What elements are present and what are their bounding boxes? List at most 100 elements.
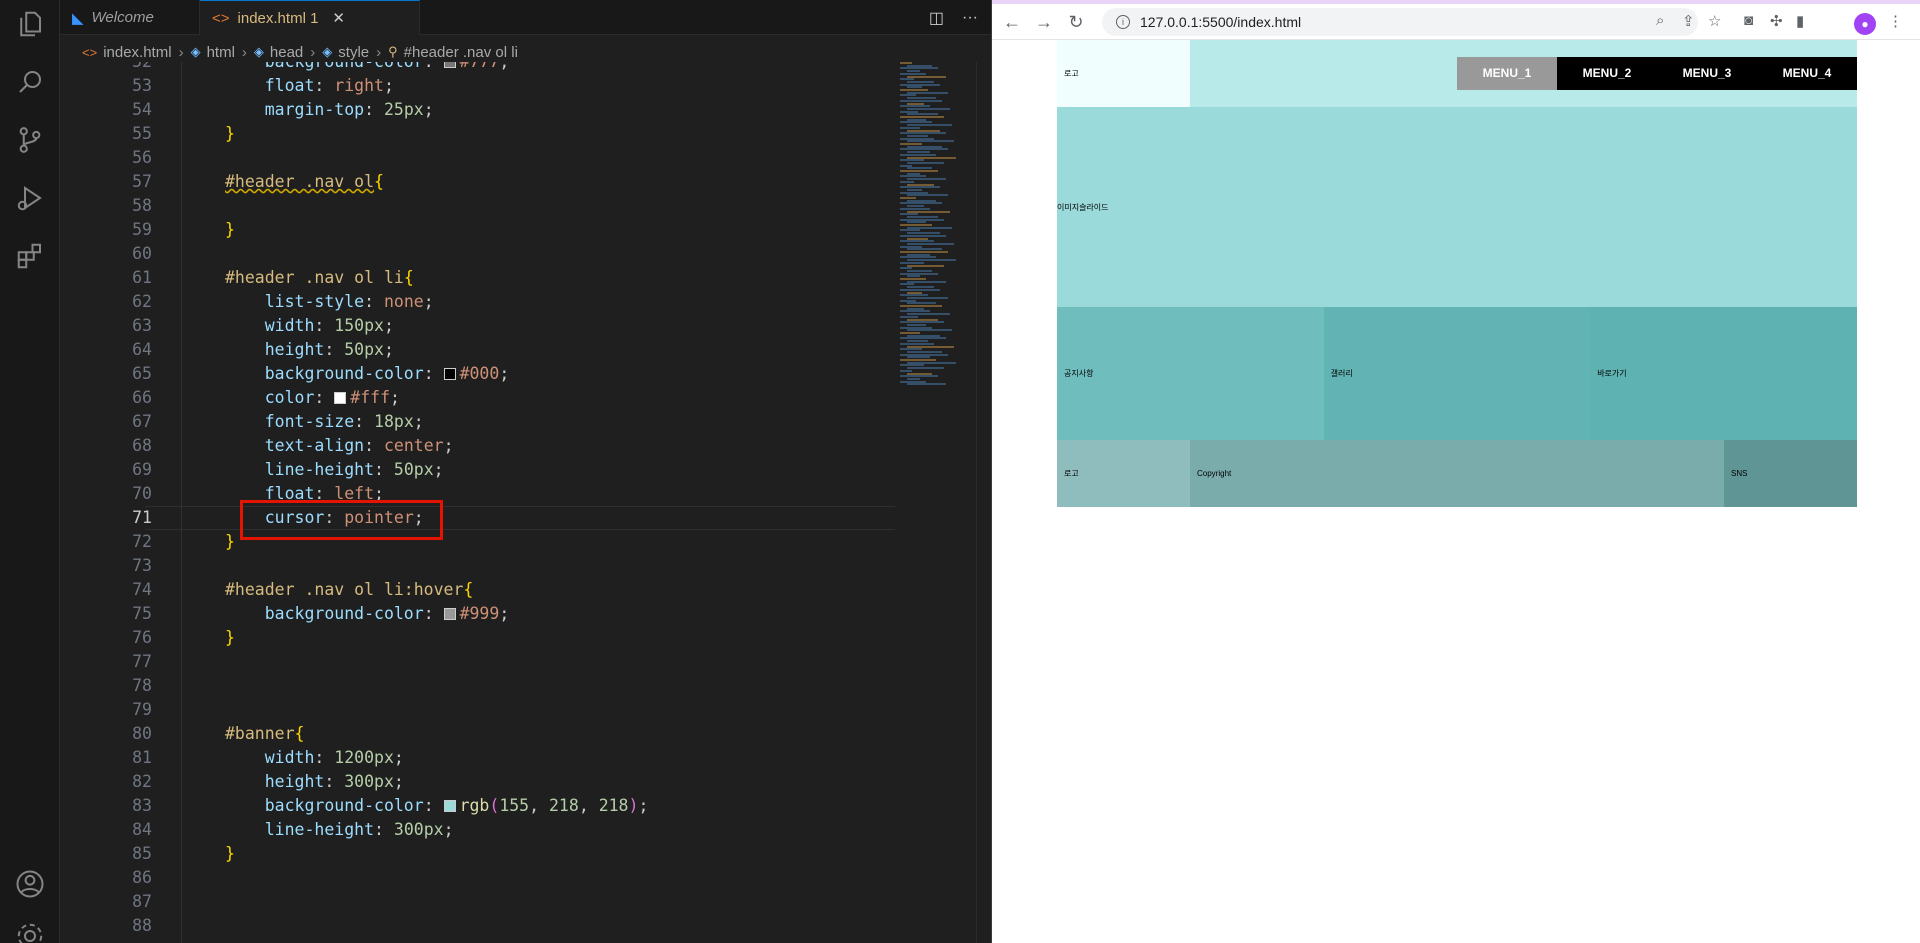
code-line[interactable]: 63 width: 150px; bbox=[60, 314, 930, 338]
site-logo[interactable]: 로고 bbox=[1057, 40, 1190, 107]
code-line[interactable]: 87 bbox=[60, 890, 930, 914]
code-line[interactable]: 61 #header .nav ol li{ bbox=[60, 266, 930, 290]
code-line[interactable]: 86 bbox=[60, 866, 930, 890]
code-line[interactable]: 81 width: 1200px; bbox=[60, 746, 930, 770]
code-line[interactable]: 60 bbox=[60, 242, 930, 266]
bookmark-star-icon[interactable]: ☆ bbox=[1708, 12, 1721, 30]
code-line[interactable]: 67 font-size: 18px; bbox=[60, 410, 930, 434]
run-debug-icon[interactable] bbox=[14, 182, 46, 214]
code-token: ; bbox=[443, 436, 454, 455]
info-icon[interactable]: i bbox=[1116, 15, 1130, 29]
minimap-line bbox=[907, 275, 920, 278]
close-icon[interactable]: ✕ bbox=[332, 9, 345, 27]
code-editor[interactable]: 52 background-color: #777;53 float: righ… bbox=[60, 62, 930, 943]
camera-icon[interactable]: ◙ bbox=[1744, 12, 1753, 29]
code-line[interactable]: 77 bbox=[60, 650, 930, 674]
profile-avatar-icon[interactable]: ● bbox=[1854, 13, 1876, 35]
code-line[interactable]: 72} bbox=[60, 530, 930, 554]
tab-index-html[interactable]: <> index.html 1 ✕ bbox=[200, 0, 420, 35]
code-line[interactable]: 68 text-align: center; bbox=[60, 434, 930, 458]
code-line[interactable]: 57 #header .nav ol{ bbox=[60, 170, 930, 194]
color-swatch[interactable] bbox=[443, 62, 456, 68]
settings-gear-icon[interactable] bbox=[14, 920, 46, 943]
line-number: 71 bbox=[132, 508, 152, 527]
code-line[interactable]: 82 height: 300px; bbox=[60, 770, 930, 794]
split-editor-icon[interactable]: ◫ bbox=[929, 8, 944, 28]
menu-item-3[interactable]: MENU_3 bbox=[1657, 57, 1757, 90]
site-nav: MENU_1 MENU_2 MENU_3 MENU_4 bbox=[1457, 57, 1857, 90]
code-line[interactable]: 73 bbox=[60, 554, 930, 578]
content-notice[interactable]: 공지사항 bbox=[1057, 307, 1324, 440]
code-line[interactable]: 88 bbox=[60, 914, 930, 938]
code-line[interactable]: 69 line-height: 50px; bbox=[60, 458, 930, 482]
code-line[interactable]: 58 bbox=[60, 194, 930, 218]
color-swatch[interactable] bbox=[443, 368, 456, 380]
back-arrow-icon[interactable]: ← bbox=[1000, 10, 1024, 34]
minimap-line bbox=[907, 232, 940, 235]
footer-sns[interactable]: SNS bbox=[1724, 440, 1857, 507]
code-token: color bbox=[225, 388, 315, 407]
side-panel-icon[interactable]: ▮ bbox=[1796, 12, 1804, 30]
menu-item-2[interactable]: MENU_2 bbox=[1557, 57, 1657, 90]
code-line[interactable]: 66 color: #fff; bbox=[60, 386, 930, 410]
address-bar[interactable]: i 127.0.0.1:5500/index.html bbox=[1102, 8, 1698, 36]
breadcrumb-item[interactable]: ◈ style bbox=[322, 44, 369, 61]
tab-welcome[interactable]: ◣ Welcome bbox=[60, 0, 200, 35]
code-text: margin-top: 25px; bbox=[225, 98, 434, 122]
line-number: 73 bbox=[132, 556, 152, 575]
breadcrumb-item[interactable]: ◈ head bbox=[254, 44, 303, 61]
code-line[interactable]: 80 #banner{ bbox=[60, 722, 930, 746]
code-token: , bbox=[529, 796, 549, 815]
code-line[interactable]: 78 bbox=[60, 674, 930, 698]
code-line[interactable]: 59} bbox=[60, 218, 930, 242]
color-swatch[interactable] bbox=[443, 800, 456, 812]
extensions-icon[interactable] bbox=[14, 240, 46, 272]
minimap-line bbox=[907, 264, 944, 267]
color-swatch[interactable] bbox=[334, 392, 347, 404]
code-line[interactable]: 75 background-color: #999; bbox=[60, 602, 930, 626]
more-actions-icon[interactable]: ··· bbox=[962, 9, 978, 27]
code-line[interactable]: 52 background-color: #777; bbox=[60, 62, 930, 74]
share-icon[interactable]: ⇪ bbox=[1682, 12, 1695, 30]
code-line[interactable]: 53 float: right; bbox=[60, 74, 930, 98]
code-line[interactable]: 55} bbox=[60, 122, 930, 146]
forward-arrow-icon[interactable]: → bbox=[1032, 10, 1056, 34]
code-line[interactable]: 62 list-style: none; bbox=[60, 290, 930, 314]
account-icon[interactable] bbox=[14, 868, 46, 900]
code-text: list-style: none; bbox=[225, 290, 434, 314]
menu-item-1[interactable]: MENU_1 bbox=[1457, 57, 1557, 90]
content-gallery[interactable]: 갤러리 bbox=[1323, 307, 1591, 440]
search-icon[interactable] bbox=[14, 66, 46, 98]
code-line[interactable]: 56 bbox=[60, 146, 930, 170]
code-token: list-style bbox=[225, 292, 365, 311]
minimap-line bbox=[907, 91, 948, 94]
code-line[interactable]: 79 bbox=[60, 698, 930, 722]
code-line[interactable]: 74 #header .nav ol li:hover{ bbox=[60, 578, 930, 602]
code-token: ; bbox=[390, 388, 400, 407]
editor-scrollbar[interactable] bbox=[976, 62, 992, 943]
breadcrumb-item[interactable]: <> index.html bbox=[82, 44, 172, 61]
code-text: } bbox=[225, 626, 235, 650]
reload-icon[interactable]: ↻ bbox=[1064, 10, 1088, 34]
content-shortcut[interactable]: 바로가기 bbox=[1590, 307, 1857, 440]
code-line[interactable]: 64 height: 50px; bbox=[60, 338, 930, 362]
code-line[interactable]: 65 background-color: #000; bbox=[60, 362, 930, 386]
extensions-puzzle-icon[interactable]: ✣ bbox=[1770, 12, 1783, 30]
code-line[interactable]: 85} bbox=[60, 842, 930, 866]
code-line[interactable]: 71 cursor: pointer; bbox=[60, 506, 930, 530]
code-token: ; bbox=[393, 748, 404, 767]
more-menu-icon[interactable]: ⋮ bbox=[1888, 12, 1903, 30]
color-swatch[interactable] bbox=[443, 608, 456, 620]
code-line[interactable]: 70 float: left; bbox=[60, 482, 930, 506]
breadcrumb-item[interactable]: ⚲ #header .nav ol li bbox=[388, 44, 518, 61]
source-control-icon[interactable] bbox=[14, 124, 46, 156]
menu-item-4[interactable]: MENU_4 bbox=[1757, 57, 1857, 90]
explorer-icon[interactable] bbox=[14, 8, 46, 40]
code-line[interactable]: 54 margin-top: 25px; bbox=[60, 98, 930, 122]
code-line[interactable]: 84 line-height: 300px; bbox=[60, 818, 930, 842]
code-line[interactable]: 76} bbox=[60, 626, 930, 650]
minimap[interactable] bbox=[896, 62, 976, 943]
code-line[interactable]: 83 background-color: rgb(155, 218, 218); bbox=[60, 794, 930, 818]
breadcrumb-item[interactable]: ◈ html bbox=[191, 44, 235, 61]
zoom-icon[interactable]: ⌕ bbox=[1656, 12, 1664, 29]
